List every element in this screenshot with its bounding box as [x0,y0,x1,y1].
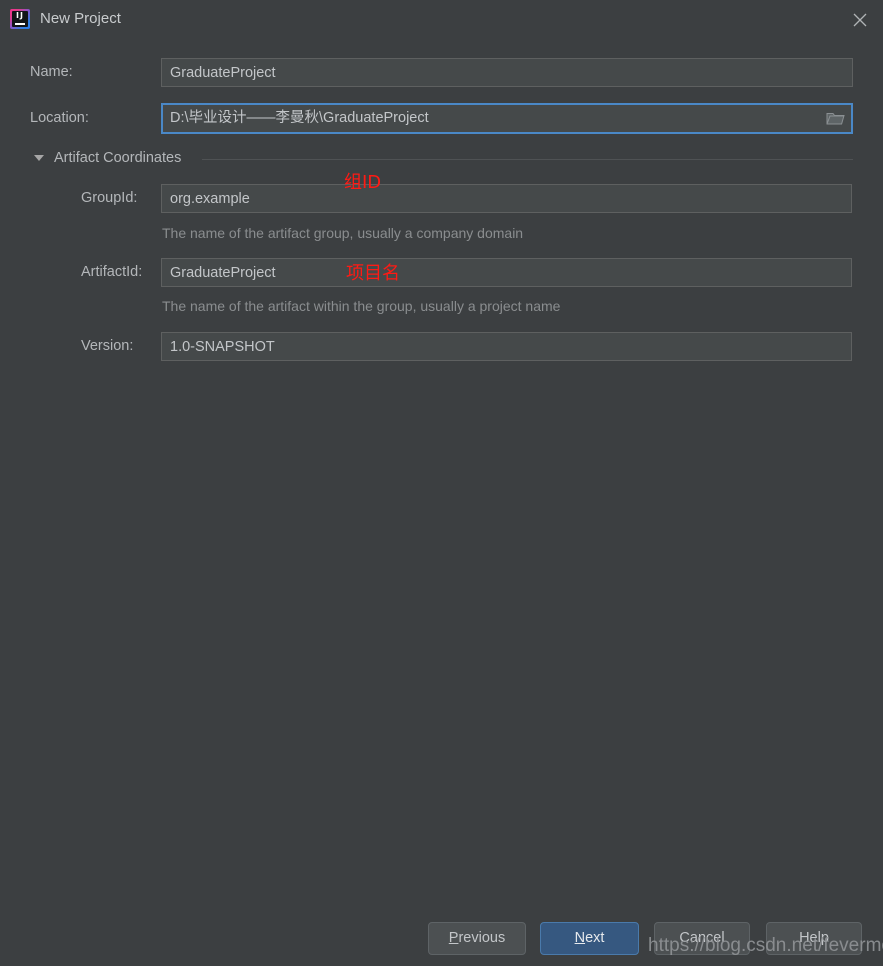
version-input[interactable]: 1.0-SNAPSHOT [161,332,852,361]
annotation-group-id: 组ID [344,172,382,193]
location-label: Location: [30,110,89,126]
folder-icon[interactable] [826,110,845,127]
artifact-coordinates-title: Artifact Coordinates [54,150,182,166]
location-input[interactable]: D:\毕业设计——李曼秋\GraduateProject [161,103,853,134]
intellij-idea-icon: IJ [10,9,30,29]
location-input-value: D:\毕业设计——李曼秋\GraduateProject [170,110,429,126]
groupid-input[interactable]: org.example [161,184,852,213]
title-bar: IJ New Project [0,0,883,38]
next-button[interactable]: Next [540,922,639,955]
artifactid-hint: The name of the artifact within the grou… [162,298,561,314]
name-label: Name: [30,64,73,80]
watermark-text: https://blog.csdn.net/fevermomo [648,935,883,956]
window-title: New Project [40,10,121,27]
close-button[interactable] [837,0,883,38]
version-label: Version: [81,338,134,354]
chevron-down-icon [34,155,44,161]
name-input[interactable]: GraduateProject [161,58,853,87]
groupid-label: GroupId: [81,190,138,206]
previous-button-mnemonic: P [448,930,459,946]
artifactid-label: ArtifactId: [81,264,143,280]
artifactid-input[interactable]: GraduateProject [161,258,852,287]
previous-button[interactable]: Previous [428,922,526,955]
groupid-hint: The name of the artifact group, usually … [162,225,524,241]
artifact-coordinates-group-header[interactable]: Artifact Coordinates [30,148,853,170]
group-divider [202,159,853,160]
next-button-mnemonic: N [574,930,586,946]
previous-button-label: revious [458,930,506,946]
annotation-artifact-id: 项目名 [346,263,400,284]
next-button-label: ext [585,930,605,946]
